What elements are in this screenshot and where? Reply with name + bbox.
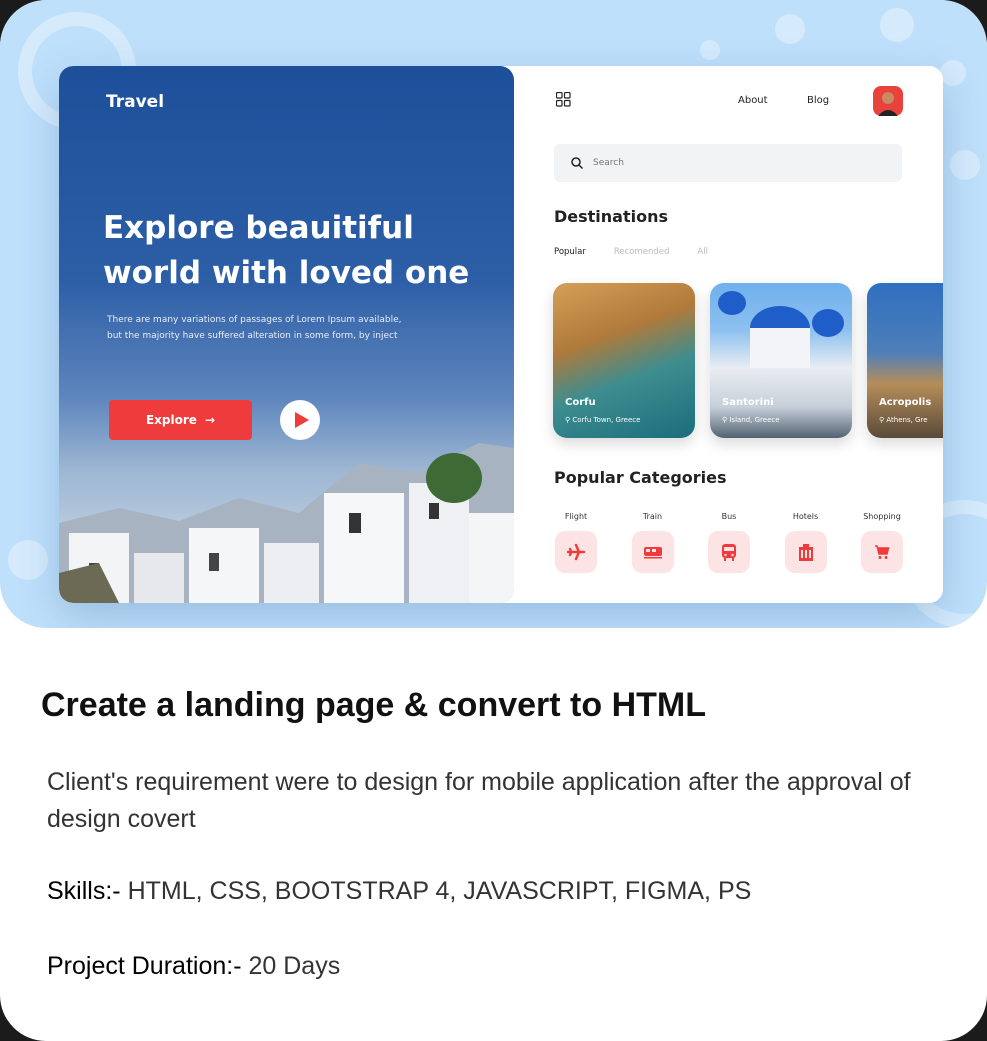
skills-label: Skills:-: [47, 877, 121, 905]
destination-card-acropolis[interactable]: Acropolis ⚲ Athens, Gre: [867, 283, 943, 438]
location-text: Athens, Gre: [886, 416, 928, 424]
hero-panel: Travel Explore beauitiful world with lov…: [59, 66, 514, 603]
decor-bubble: [950, 150, 980, 180]
decor-bubble: [880, 8, 914, 42]
duration-label: Project Duration:-: [47, 952, 242, 980]
hero-description: There are many variations of passages of…: [107, 315, 402, 341]
decor-bubble: [8, 540, 48, 580]
decor-bubble: [700, 40, 720, 60]
destination-location: ⚲ Corfu Town, Greece: [565, 416, 641, 424]
destination-name: Corfu: [565, 397, 596, 408]
hotel-icon: [798, 544, 813, 561]
nav-blog[interactable]: Blog: [807, 95, 829, 106]
cart-icon: [875, 545, 890, 559]
hero-title: Explore beauitiful world with loved one: [103, 210, 470, 291]
destination-name: Santorini: [722, 397, 774, 408]
tab-all[interactable]: All: [697, 247, 708, 257]
project-title: Create a landing page & convert to HTML: [41, 686, 706, 724]
skills-value: HTML, CSS, BOOTSTRAP 4, JAVASCRIPT, FIGM…: [127, 877, 752, 905]
search-icon: [571, 157, 583, 169]
nav-about[interactable]: About: [738, 95, 768, 106]
category-list: Flight Train Bus Hotels Shopping: [554, 512, 904, 573]
duration-line: Project Duration:- 20 Days: [47, 952, 340, 981]
tab-popular[interactable]: Popular: [554, 247, 586, 257]
category-shopping[interactable]: Shopping: [860, 512, 904, 573]
destination-tabs: Popular Recomended All: [554, 247, 708, 257]
preview-banner: Travel Explore beauitiful world with lov…: [0, 0, 987, 628]
plane-icon: [566, 543, 586, 561]
destination-name: Acropolis: [879, 397, 932, 408]
category-hotels[interactable]: Hotels: [784, 512, 828, 573]
decor-bubble: [775, 14, 805, 44]
category-label: Train: [642, 512, 663, 521]
project-card: Travel Explore beauitiful world with lov…: [0, 0, 987, 1041]
skills-line: Skills:- HTML, CSS, BOOTSTRAP 4, JAVASCR…: [47, 877, 751, 906]
category-label: Flight: [564, 512, 588, 521]
category-label: Shopping: [863, 512, 901, 521]
search-input[interactable]: [591, 157, 845, 169]
blue-dome-image: [718, 291, 844, 368]
duration-value: 20 Days: [248, 952, 341, 980]
project-description: Client's requirement were to design for …: [47, 768, 911, 833]
category-bus[interactable]: Bus: [707, 512, 751, 573]
category-label: Bus: [721, 512, 737, 521]
tab-recommended[interactable]: Recomended: [614, 247, 670, 257]
destinations-title: Destinations: [554, 207, 669, 226]
santorini-town-image: [59, 443, 514, 603]
brand-logo[interactable]: Travel: [106, 92, 164, 112]
categories-title: Popular Categories: [554, 468, 727, 487]
category-train[interactable]: Train: [631, 512, 675, 573]
location-text: Island, Greece: [729, 416, 780, 424]
grid-menu-icon[interactable]: [556, 92, 571, 107]
train-icon: [643, 547, 662, 559]
destination-location: ⚲ Island, Greece: [722, 416, 780, 424]
destination-card-corfu[interactable]: Corfu ⚲ Corfu Town, Greece: [553, 283, 695, 438]
category-label: Hotels: [792, 512, 819, 521]
bus-icon: [722, 544, 736, 561]
website-mockup: Travel Explore beauitiful world with lov…: [59, 66, 943, 603]
destination-location: ⚲ Athens, Gre: [879, 416, 928, 424]
user-portrait-icon: [878, 92, 898, 116]
search-bar[interactable]: [554, 144, 902, 182]
destination-card-santorini[interactable]: Santorini ⚲ Island, Greece: [710, 283, 852, 438]
category-flight[interactable]: Flight: [554, 512, 598, 573]
decor-bubble: [940, 60, 966, 86]
avatar[interactable]: [873, 86, 903, 116]
content-panel: About Blog Destinations Popular Recomend…: [514, 66, 943, 603]
location-text: Corfu Town, Greece: [572, 416, 641, 424]
